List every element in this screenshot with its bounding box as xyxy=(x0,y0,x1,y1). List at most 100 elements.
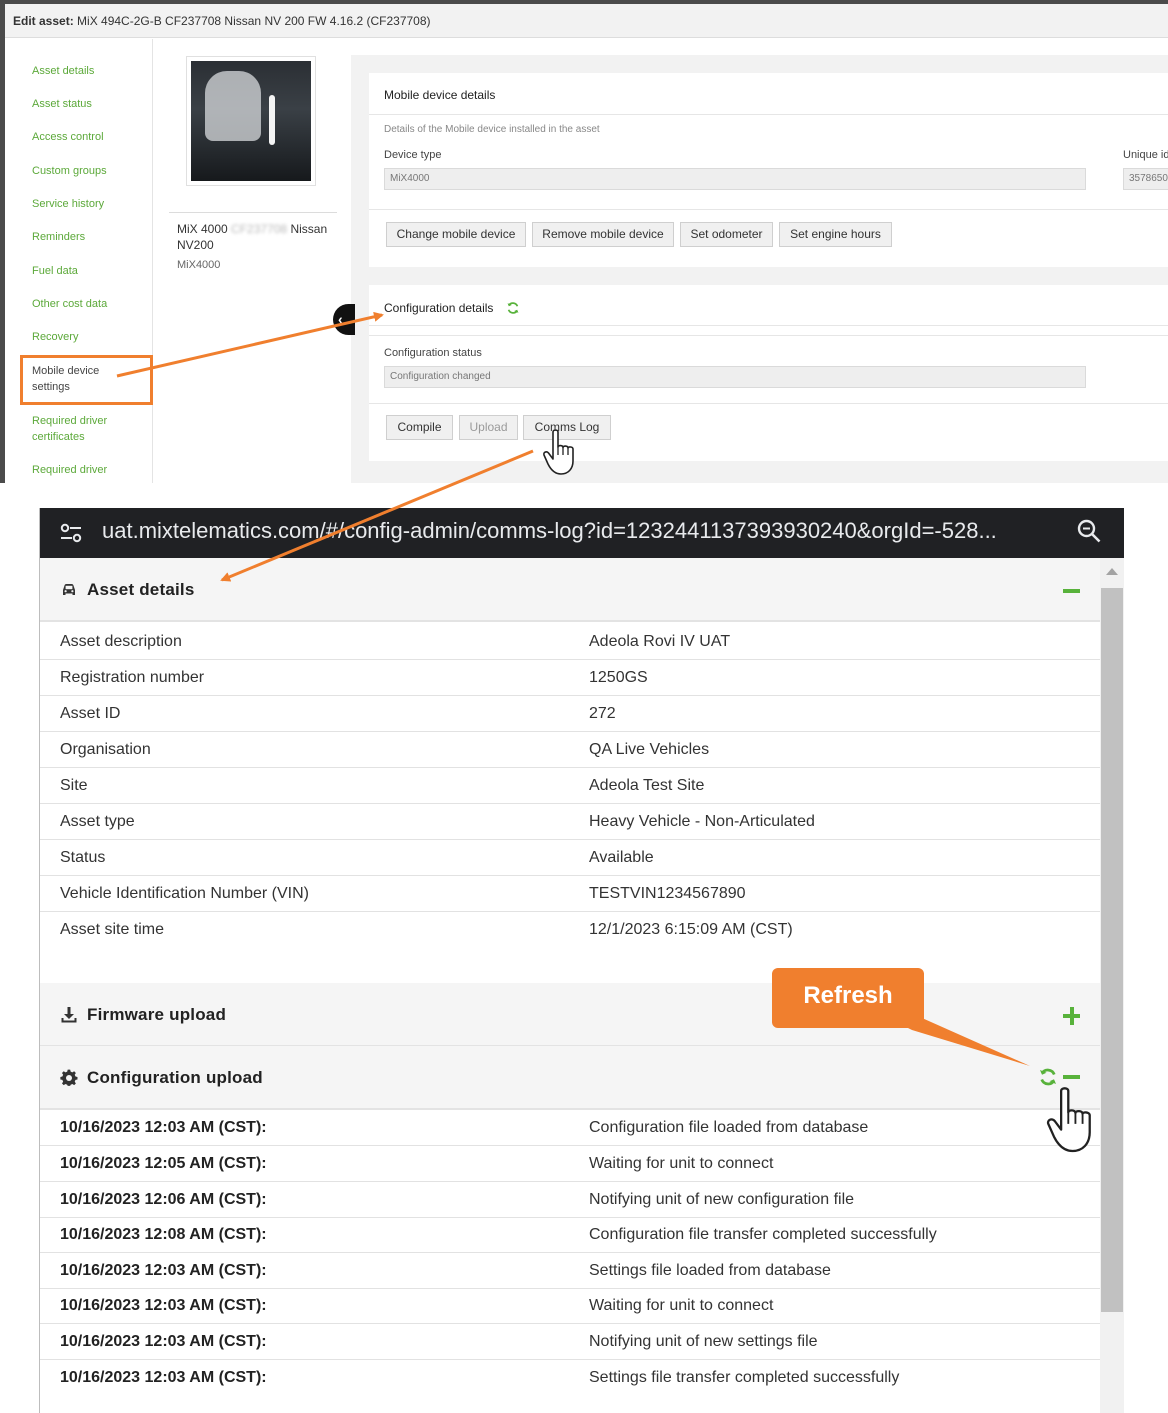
table-row: Asset ID 272 xyxy=(40,696,1100,732)
log-row: 10/16/2023 12:03 AM (CST): Settings file… xyxy=(40,1360,1100,1396)
log-row: 10/16/2023 12:08 AM (CST): Configuration… xyxy=(40,1217,1100,1253)
scroll-thumb[interactable] xyxy=(1101,588,1123,1312)
table-row: Site Adeola Test Site xyxy=(40,768,1100,804)
log-time: 10/16/2023 12:08 AM (CST): xyxy=(60,1226,267,1243)
set-odometer-button[interactable]: Set odometer xyxy=(680,222,773,247)
log-time: 10/16/2023 12:03 AM (CST): xyxy=(60,1369,267,1386)
row-key: Registration number xyxy=(60,669,205,686)
set-engine-hours-button[interactable]: Set engine hours xyxy=(779,222,892,247)
unique-id-label: Unique id xyxy=(1123,149,1168,161)
log-message: Waiting for unit to connect xyxy=(589,1297,774,1314)
asset-details-header[interactable]: Asset details xyxy=(40,558,1100,622)
url-text[interactable]: uat.mixtelematics.com/#/config-admin/com… xyxy=(102,508,1062,554)
scroll-up-arrow[interactable] xyxy=(1106,568,1118,575)
profile-divider xyxy=(169,212,337,213)
vehicle-shape xyxy=(205,71,261,141)
download-icon xyxy=(61,1007,77,1023)
mobile-device-details-title: Mobile device details xyxy=(384,88,496,102)
collapse-configuration-upload-button[interactable] xyxy=(1063,1068,1081,1086)
gear-icon xyxy=(60,1069,78,1086)
collapse-chevron-icon: ‹ xyxy=(338,311,343,327)
sidebar-item-other-cost-data[interactable]: Other cost data xyxy=(32,296,142,312)
asset-name: MiX 4000 CF237708 Nissan NV200 xyxy=(177,221,337,253)
log-time: 10/16/2023 12:05 AM (CST): xyxy=(60,1155,267,1172)
edit-asset-app: Edit asset: MiX 494C-2G-B CF237708 Nissa… xyxy=(0,0,1168,483)
row-key: Organisation xyxy=(60,741,151,758)
remove-mobile-device-button[interactable]: Remove mobile device xyxy=(532,222,674,247)
sidebar-item-recovery[interactable]: Recovery xyxy=(32,329,142,345)
sidebar-item-required-driver-certificates[interactable]: Required driver certificates xyxy=(32,413,122,445)
log-row: 10/16/2023 12:05 AM (CST): Waiting for u… xyxy=(40,1146,1100,1182)
mobile-device-details-subtitle: Details of the Mobile device installed i… xyxy=(384,124,600,135)
sidebar-item-access-control[interactable]: Access control xyxy=(32,129,142,145)
compile-button[interactable]: Compile xyxy=(386,415,453,440)
firmware-upload-header[interactable]: Firmware upload xyxy=(40,983,1100,1047)
log-row: 10/16/2023 12:03 AM (CST): Settings file… xyxy=(40,1253,1100,1289)
log-message: Settings file transfer completed success… xyxy=(589,1369,900,1386)
table-row: Asset type Heavy Vehicle - Non-Articulat… xyxy=(40,804,1100,840)
row-key: Asset type xyxy=(60,813,135,830)
configuration-details-title: Configuration details xyxy=(384,301,494,315)
log-message: Configuration file transfer completed su… xyxy=(589,1226,937,1243)
row-value: 272 xyxy=(589,705,616,722)
asset-photo-image xyxy=(191,61,311,181)
table-row: Organisation QA Live Vehicles xyxy=(40,732,1100,768)
configuration-status-label: Configuration status xyxy=(384,347,482,359)
log-message: Waiting for unit to connect xyxy=(589,1155,774,1172)
sidebar-item-fuel-data[interactable]: Fuel data xyxy=(32,263,142,279)
row-key: Vehicle Identification Number (VIN) xyxy=(60,885,309,902)
sidebar-item-reminders[interactable]: Reminders xyxy=(32,229,142,245)
card-divider xyxy=(369,114,1168,115)
card-divider xyxy=(369,325,1168,326)
page-title-prefix: Edit asset: xyxy=(13,14,74,28)
hand-pointer-icon xyxy=(1046,1087,1091,1153)
url-bar[interactable]: uat.mixtelematics.com/#/config-admin/com… xyxy=(40,508,1124,558)
change-mobile-device-button[interactable]: Change mobile device xyxy=(386,222,526,247)
sidebar-item-service-history[interactable]: Service history xyxy=(32,196,142,212)
mobile-device-details-card: Mobile device details Details of the Mob… xyxy=(369,73,1168,267)
table-row: Vehicle Identification Number (VIN) TEST… xyxy=(40,876,1100,912)
configuration-status-field: Configuration changed xyxy=(384,366,1086,388)
vehicle-light xyxy=(269,95,275,145)
asset-photo xyxy=(186,56,316,186)
row-key: Asset site time xyxy=(60,921,165,938)
collapse-asset-details-button[interactable] xyxy=(1063,582,1081,600)
log-time: 10/16/2023 12:03 AM (CST): xyxy=(60,1262,267,1279)
asset-name-prefix: MiX 4000 xyxy=(177,222,228,236)
row-key: Asset ID xyxy=(60,705,121,722)
expand-firmware-upload-button[interactable] xyxy=(1063,1007,1081,1025)
device-type-field: MiX4000 xyxy=(384,168,1086,190)
refresh-icon[interactable] xyxy=(1038,1067,1058,1087)
sidebar-item-asset-details[interactable]: Asset details xyxy=(32,63,142,79)
log-row: 10/16/2023 12:03 AM (CST): Waiting for u… xyxy=(40,1288,1100,1324)
comms-log-page: Asset details Asset description Adeola R… xyxy=(40,558,1100,1413)
refresh-callout: Refresh xyxy=(772,968,924,1028)
scrollbar[interactable] xyxy=(1100,558,1124,1413)
upload-button[interactable]: Upload xyxy=(459,415,518,440)
asset-name-redacted: CF237708 xyxy=(231,222,288,236)
configuration-upload-header[interactable]: Configuration upload xyxy=(40,1046,1100,1110)
row-value: QA Live Vehicles xyxy=(589,741,710,758)
log-row: 10/16/2023 12:03 AM (CST): Configuration… xyxy=(40,1110,1100,1146)
configuration-details-card: Configuration details Configuration stat… xyxy=(369,285,1168,461)
log-message: Notifying unit of new settings file xyxy=(589,1333,818,1350)
log-time: 10/16/2023 12:03 AM (CST): xyxy=(60,1297,267,1314)
refresh-icon[interactable] xyxy=(506,301,520,315)
row-value: TESTVIN1234567890 xyxy=(589,885,746,902)
asset-model: MiX4000 xyxy=(177,259,221,271)
page-title-asset: MiX 494C-2G-B CF237708 Nissan NV 200 FW … xyxy=(77,14,431,28)
unique-id-field: 3578650 xyxy=(1123,168,1168,190)
car-icon xyxy=(63,584,75,595)
card-divider xyxy=(369,403,1168,404)
page-title: Edit asset: MiX 494C-2G-B CF237708 Nissa… xyxy=(5,4,1168,38)
sidebar-item-required-driver[interactable]: Required driver xyxy=(32,462,142,478)
firmware-upload-title: Firmware upload xyxy=(87,1005,227,1024)
zoom-icon[interactable] xyxy=(1076,518,1102,544)
sidebar-item-custom-groups[interactable]: Custom groups xyxy=(32,163,142,179)
sidebar-item-asset-status[interactable]: Asset status xyxy=(32,96,142,112)
site-settings-icon[interactable] xyxy=(56,518,86,548)
minus-icon xyxy=(1063,1075,1080,1079)
configuration-upload-title: Configuration upload xyxy=(87,1068,263,1087)
browser-window: uat.mixtelematics.com/#/config-admin/com… xyxy=(39,508,1124,1413)
log-time: 10/16/2023 12:03 AM (CST): xyxy=(60,1333,267,1350)
